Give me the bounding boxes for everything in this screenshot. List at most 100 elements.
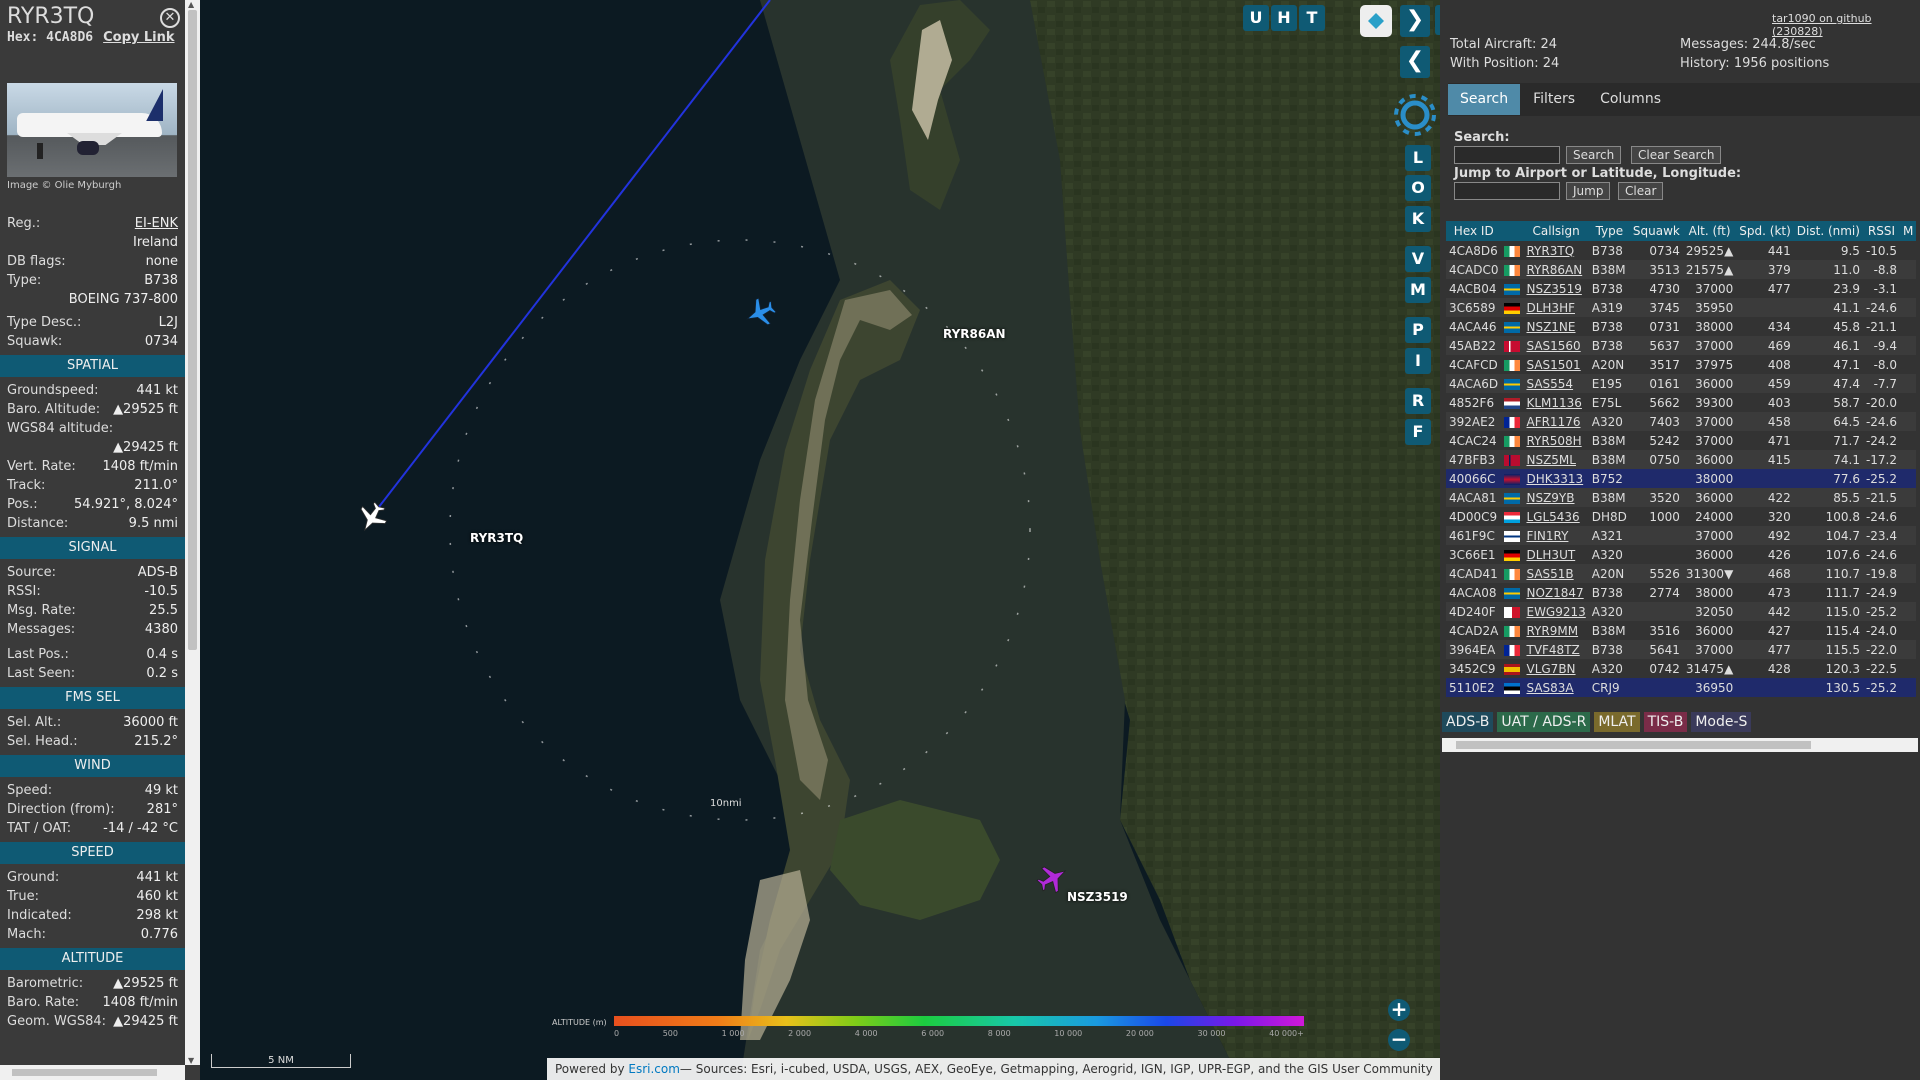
table-row[interactable]: 4D240F EWG9213 A320 32050 442 115.0 -25.2 xyxy=(1446,602,1917,621)
cell-callsign[interactable]: RYR9MM xyxy=(1523,621,1588,640)
cell-callsign[interactable]: DLH3HF xyxy=(1523,298,1589,317)
chevron-left-icon[interactable]: ❮ xyxy=(1400,46,1430,78)
altitude-header[interactable]: ALTITUDE xyxy=(0,948,185,970)
table-row[interactable]: 3452C9 VLG7BN A320 0742 31475▲ 428 120.3 -22.5 xyxy=(1446,659,1916,678)
cell-callsign[interactable]: TVF48TZ xyxy=(1523,640,1589,659)
search-button[interactable]: Search xyxy=(1566,146,1622,164)
chevron-right-icon[interactable]: ❯ xyxy=(1400,5,1430,37)
col-type[interactable]: Type xyxy=(1588,221,1630,241)
fms-header[interactable]: FMS SEL xyxy=(0,687,185,709)
search-input[interactable] xyxy=(1454,146,1560,164)
cell-callsign[interactable]: LGL5436 xyxy=(1523,507,1588,526)
cell-callsign[interactable]: NSZ5ML xyxy=(1523,450,1589,469)
clear-button[interactable]: Clear xyxy=(1618,182,1664,200)
table-row[interactable]: 4ACB04 NSZ3519 B738 4730 37000 477 23.9 -3.1 xyxy=(1446,279,1916,298)
table-row[interactable]: 5110E2 SAS83A CRJ9 36950 130.5 -25.2 xyxy=(1446,678,1917,697)
table-row[interactable]: 4CAD2A RYR9MM B38M 3516 36000 427 115.4 -24.0 xyxy=(1446,621,1916,640)
toggle-i-button[interactable]: I xyxy=(1405,348,1431,374)
table-row[interactable]: 3964EA TVF48TZ B738 5641 37000 477 115.5 -22.0 xyxy=(1446,640,1917,659)
col-rssi[interactable]: RSSI xyxy=(1862,221,1901,241)
spatial-header[interactable]: SPATIAL xyxy=(0,355,185,377)
info-vertical-scrollbar[interactable]: ▲ ▼ xyxy=(185,0,200,1065)
cell-callsign[interactable]: RYR508H xyxy=(1523,431,1588,450)
cell-callsign[interactable]: SAS1501 xyxy=(1523,355,1588,374)
toggle-m-button[interactable]: M xyxy=(1405,277,1431,303)
table-row[interactable]: 4CAFCD SAS1501 A20N 3517 37975 408 47.1 -8.0 xyxy=(1446,355,1916,374)
github-link[interactable]: tar1090 on github (230828) xyxy=(1772,12,1920,38)
table-row[interactable]: 461F9C FIN1RY A321 37000 492 104.7 -23.4 xyxy=(1446,526,1917,545)
table-row[interactable]: 4ACA81 NSZ9YB B38M 3520 36000 422 85.5 -21.5 xyxy=(1446,488,1917,507)
table-row[interactable]: 45AB22 SAS1560 B738 5637 37000 469 46.1 -9.4 xyxy=(1446,336,1917,355)
cell-callsign[interactable]: AFR1176 xyxy=(1523,412,1589,431)
tab-filters[interactable]: Filters xyxy=(1521,84,1587,115)
table-row[interactable]: 4852F6 KLM1136 E75L 5662 39300 403 58.7 -20.0 xyxy=(1446,393,1916,412)
cell-callsign[interactable]: VLG7BN xyxy=(1523,659,1588,678)
cell-callsign[interactable]: FIN1RY xyxy=(1523,526,1589,545)
col-altitude[interactable]: Alt. (ft) xyxy=(1682,221,1737,241)
col-callsign[interactable]: Callsign xyxy=(1523,221,1589,241)
col-speed[interactable]: Spd. (kt) xyxy=(1736,221,1794,241)
table-row[interactable]: 4ACA6D SAS554 E195 0161 36000 459 47.4 -7.7 xyxy=(1446,374,1917,393)
close-icon[interactable]: ✕ xyxy=(160,8,180,28)
table-row[interactable]: 4ACA08 NOZ1847 B738 2774 38000 473 111.7 -24.9 xyxy=(1446,583,1916,602)
aircraft-photo[interactable] xyxy=(7,83,177,177)
cell-callsign[interactable]: SAS51B xyxy=(1523,564,1589,583)
info-horizontal-scrollbar[interactable] xyxy=(0,1065,185,1080)
wind-header[interactable]: WIND xyxy=(0,755,185,777)
toggle-r-button[interactable]: R xyxy=(1405,388,1431,414)
table-row[interactable]: 392AE2 AFR1176 A320 7403 37000 458 64.5 -24.6 xyxy=(1446,412,1917,431)
tab-search[interactable]: Search xyxy=(1448,84,1521,115)
cell-callsign[interactable]: RYR86AN xyxy=(1523,260,1589,279)
cell-callsign[interactable]: EWG9213 xyxy=(1523,602,1589,621)
table-row[interactable]: 4CADC0 RYR86AN B38M 3513 21575▲ 379 11.0 -8.8 xyxy=(1446,260,1917,279)
table-row[interactable]: 4ACA46 NSZ1NE B738 0731 38000 434 45.8 -21.1 xyxy=(1446,317,1916,336)
col-flag[interactable] xyxy=(1501,221,1524,241)
col-distance[interactable]: Dist. (nmi) xyxy=(1793,221,1863,241)
toggle-l-button[interactable]: L xyxy=(1405,145,1431,171)
cell-callsign[interactable]: RYR3TQ xyxy=(1523,241,1588,260)
tab-columns[interactable]: Columns xyxy=(1588,84,1673,115)
table-row[interactable]: 4D00C9 LGL5436 DH8D 1000 24000 320 100.8 -24.6 xyxy=(1446,507,1916,526)
table-row[interactable]: 47BFB3 NSZ5ML B38M 0750 36000 415 74.1 -17.2 xyxy=(1446,450,1917,469)
cell-callsign[interactable]: DHK3313 xyxy=(1523,469,1589,488)
layers-icon[interactable] xyxy=(1360,5,1392,37)
toggle-h-button[interactable]: H xyxy=(1271,5,1297,31)
table-row[interactable]: 4CAD41 SAS51B A20N 5526 31300▼ 468 110.7 -19.8 xyxy=(1446,564,1917,583)
cell-callsign[interactable]: NSZ3519 xyxy=(1523,279,1588,298)
zoom-in-button[interactable]: + xyxy=(1388,999,1410,1021)
map[interactable]: RYR3TQ RYR86AN NSZ3519 10nmi U H T ❯ ❮ ◂… xyxy=(200,0,1440,1080)
table-row[interactable]: 3C66E1 DLH3UT A320 36000 426 107.6 -24.6 xyxy=(1446,545,1916,564)
signal-header[interactable]: SIGNAL xyxy=(0,537,185,559)
col-squawk[interactable]: Squawk xyxy=(1629,221,1683,241)
cell-callsign[interactable]: SAS554 xyxy=(1523,374,1589,393)
clear-search-button[interactable]: Clear Search xyxy=(1631,146,1722,164)
table-row[interactable]: 4CAC24 RYR508H B38M 5242 37000 471 71.7 -24.2 xyxy=(1446,431,1916,450)
col-more[interactable]: M xyxy=(1900,221,1917,241)
registration-link[interactable]: EI-ENK xyxy=(135,214,178,233)
col-hex[interactable]: Hex ID xyxy=(1446,221,1502,241)
cell-callsign[interactable]: NOZ1847 xyxy=(1523,583,1588,602)
toggle-t-button[interactable]: T xyxy=(1299,5,1325,31)
table-row[interactable]: 3C6589 DLH3HF A319 3745 35950 41.1 -24.6 xyxy=(1446,298,1917,317)
jump-button[interactable]: Jump xyxy=(1566,182,1611,200)
aircraft-label[interactable]: NSZ3519 xyxy=(1067,890,1128,904)
cell-callsign[interactable]: DLH3UT xyxy=(1523,545,1588,564)
toggle-o-button[interactable]: O xyxy=(1405,175,1431,201)
table-row[interactable]: 4CA8D6 RYR3TQ B738 0734 29525▲ 441 9.5 -10.5 xyxy=(1446,241,1916,260)
toggle-f-button[interactable]: F xyxy=(1405,419,1431,445)
cell-callsign[interactable]: SAS1560 xyxy=(1523,336,1589,355)
jump-input[interactable] xyxy=(1454,182,1560,200)
toggle-p-button[interactable]: P xyxy=(1405,317,1431,343)
cell-callsign[interactable]: NSZ9YB xyxy=(1523,488,1589,507)
toggle-u-button[interactable]: U xyxy=(1243,5,1269,31)
cell-callsign[interactable]: NSZ1NE xyxy=(1523,317,1588,336)
speed-header[interactable]: SPEED xyxy=(0,842,185,864)
cell-callsign[interactable]: KLM1136 xyxy=(1523,393,1588,412)
toggle-k-button[interactable]: K xyxy=(1405,206,1431,232)
toggle-v-button[interactable]: V xyxy=(1405,246,1431,272)
table-horizontal-scrollbar[interactable] xyxy=(1442,738,1918,752)
esri-link[interactable]: Esri.com xyxy=(628,1062,680,1076)
zoom-out-button[interactable]: − xyxy=(1388,1029,1410,1051)
table-row[interactable]: 40066C DHK3313 B752 38000 77.6 -25.2 xyxy=(1446,469,1917,488)
aircraft-label[interactable]: RYR3TQ xyxy=(470,531,523,545)
